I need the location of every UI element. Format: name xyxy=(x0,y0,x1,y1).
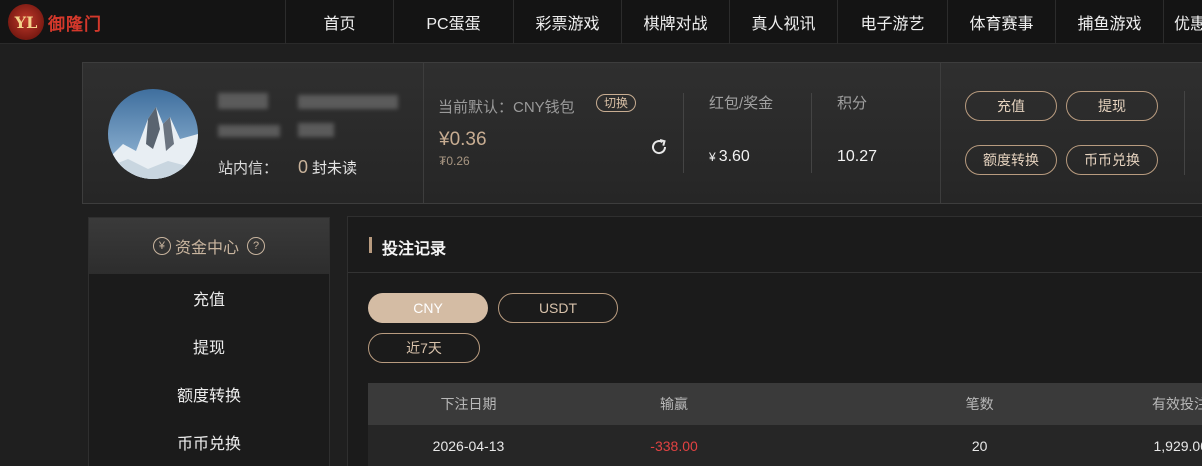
sidebar-item-withdraw[interactable]: 提现 xyxy=(89,322,329,370)
nav-item-promotions[interactable]: 优惠 xyxy=(1163,0,1202,44)
bonus-label: 红包/奖金 xyxy=(709,95,774,112)
inbox-count: 0 xyxy=(298,157,309,177)
deposit-button[interactable]: 充值 xyxy=(965,91,1057,121)
refresh-icon[interactable] xyxy=(649,137,669,157)
points-value: 10.27 xyxy=(837,148,878,165)
tab-usdt[interactable]: USDT xyxy=(498,293,618,323)
table-header: 下注日期 输赢 笔数 有效投注 xyxy=(368,383,1202,425)
level-blurred xyxy=(218,125,280,137)
inbox-row[interactable]: 站内信： 0 封未读 xyxy=(218,157,357,178)
username-blurred xyxy=(218,93,268,109)
nav-item-sports[interactable]: 体育赛事 xyxy=(947,0,1055,44)
date-range-button[interactable]: 近7天 xyxy=(368,333,480,363)
inbox-suffix: 封未读 xyxy=(312,160,358,177)
title-accent xyxy=(369,237,372,253)
col-winloss[interactable]: 输赢 xyxy=(569,394,779,414)
col-valid-bet[interactable]: 有效投注 xyxy=(1080,394,1202,414)
points-label: 积分 xyxy=(837,95,868,112)
nav-menu: 首页 PC蛋蛋 彩票游戏 棋牌对战 真人视讯 电子游艺 体育赛事 捕鱼游戏 优惠 xyxy=(285,0,1202,44)
account-blurred xyxy=(298,95,398,109)
user-panel: 站内信： 0 封未读 当前默认：CNY钱包 切换 ¥0.36 ₮0.26 红包/… xyxy=(82,62,1202,204)
divider xyxy=(1184,91,1185,175)
table-row[interactable]: 2026-04-13 -338.00 20 1,929.00 xyxy=(368,425,1202,466)
divider xyxy=(423,63,424,203)
wallet-label: 当前默认：CNY钱包 xyxy=(438,99,575,116)
exchange-button[interactable]: 币币兑换 xyxy=(1066,145,1158,175)
avatar-image xyxy=(108,89,198,179)
cell-valid-bet: 1,929.00 xyxy=(1153,438,1202,454)
site-logo[interactable]: YL 御隆门 xyxy=(8,4,108,40)
divider xyxy=(940,63,941,203)
cell-date: 2026-04-13 xyxy=(432,438,505,454)
nav-item-pc-egg[interactable]: PC蛋蛋 xyxy=(393,0,513,44)
col-date[interactable]: 下注日期 xyxy=(368,394,569,414)
nav-item-chess[interactable]: 棋牌对战 xyxy=(621,0,729,44)
sidebar-item-deposit[interactable]: 充值 xyxy=(89,274,329,322)
inbox-label: 站内信： xyxy=(218,160,279,177)
cell-count: 20 xyxy=(971,438,988,454)
avatar[interactable] xyxy=(108,89,198,179)
panel-header: 投注记录 xyxy=(348,217,1202,273)
wallet-balance-usdt: ₮0.26 xyxy=(439,154,470,168)
nav-item-home[interactable]: 首页 xyxy=(285,0,393,44)
divider xyxy=(811,93,812,173)
bet-records-panel: 投注记录 CNY USDT 近7天 下注日期 输赢 笔数 有效投注 2026-0… xyxy=(347,216,1202,466)
switch-wallet-button[interactable]: 切换 xyxy=(596,94,637,112)
nav-item-fishing[interactable]: 捕鱼游戏 xyxy=(1055,0,1163,44)
logo-mark: YL xyxy=(8,4,44,40)
tab-cny[interactable]: CNY xyxy=(368,293,488,323)
logo-text: 御隆门 xyxy=(48,14,102,35)
yuan-icon: ¥ xyxy=(152,237,171,255)
divider xyxy=(683,93,684,173)
bonus-currency: ¥ xyxy=(709,150,716,164)
sidebar: ¥ 资金中心 ? 充值 提现 额度转换 币币兑换 xyxy=(88,217,330,466)
cell-winloss: -338.00 xyxy=(650,438,698,454)
help-icon[interactable]: ? xyxy=(247,237,265,255)
wallet-balance: ¥0.36 xyxy=(439,129,487,150)
bonus-value: ¥3.60 xyxy=(709,148,750,165)
nav-item-slots[interactable]: 电子游艺 xyxy=(837,0,947,44)
vip-blurred xyxy=(298,123,334,137)
sidebar-item-exchange[interactable]: 币币兑换 xyxy=(89,418,329,466)
sidebar-title: 资金中心 xyxy=(174,240,239,257)
nav-item-lottery[interactable]: 彩票游戏 xyxy=(513,0,621,44)
sidebar-item-transfer[interactable]: 额度转换 xyxy=(89,370,329,418)
col-count[interactable]: 笔数 xyxy=(779,394,1080,414)
nav-item-live[interactable]: 真人视讯 xyxy=(729,0,837,44)
sidebar-header[interactable]: ¥ 资金中心 ? xyxy=(89,218,329,274)
page-title: 投注记录 xyxy=(382,241,447,258)
top-nav: YL 御隆门 首页 PC蛋蛋 彩票游戏 棋牌对战 真人视讯 电子游艺 体育赛事 … xyxy=(0,0,1202,44)
transfer-button[interactable]: 额度转换 xyxy=(965,145,1057,175)
withdraw-button[interactable]: 提现 xyxy=(1066,91,1158,121)
